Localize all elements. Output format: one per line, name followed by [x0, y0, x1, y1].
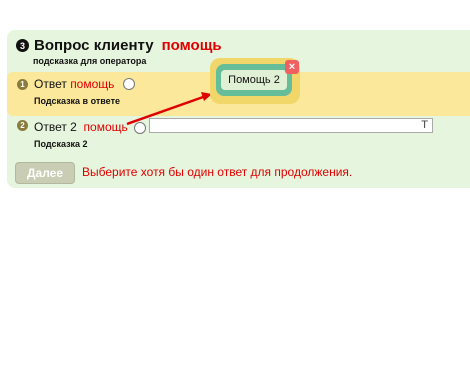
help-tooltip-label: Помощь 2	[221, 70, 287, 90]
tooltip-pointer-arrow	[126, 92, 212, 126]
help-tooltip-body: Помощь 2	[216, 64, 292, 96]
close-icon[interactable]: ×	[285, 60, 299, 74]
